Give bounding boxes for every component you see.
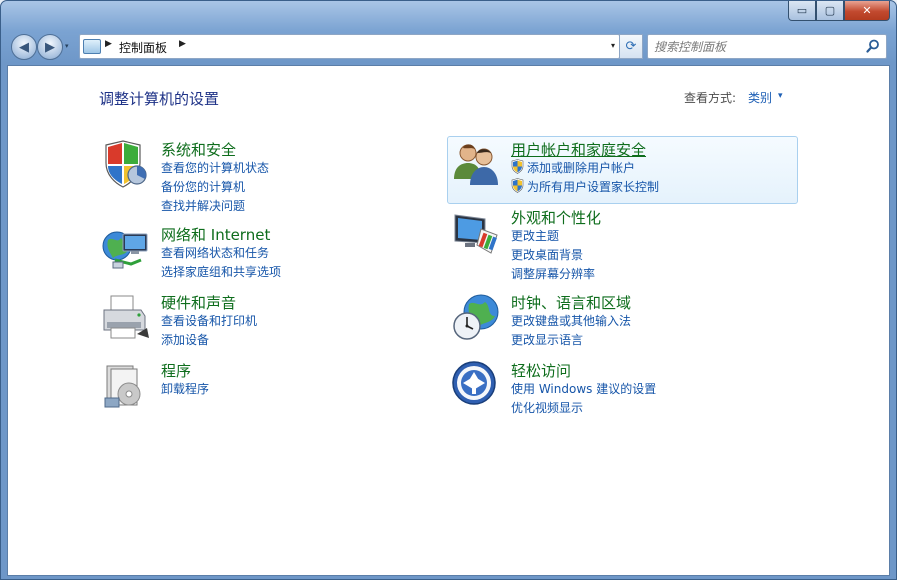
refresh-icon: ⟳ bbox=[625, 39, 637, 54]
search-input[interactable] bbox=[652, 37, 861, 56]
link-change-keyboard-input[interactable]: 更改键盘或其他输入法 bbox=[511, 312, 631, 329]
category-title[interactable]: 网络和 Internet bbox=[161, 224, 270, 245]
category-title[interactable]: 硬件和声音 bbox=[161, 292, 236, 313]
view-by-label: 查看方式: bbox=[684, 91, 737, 105]
back-button[interactable]: ◀ bbox=[11, 34, 37, 60]
link-uninstall-program[interactable]: 卸载程序 bbox=[161, 380, 209, 397]
breadcrumb-control-panel[interactable]: 控制面板 bbox=[119, 39, 167, 56]
link-add-remove-accounts[interactable]: 添加或删除用户帐户 bbox=[527, 159, 635, 176]
search-box[interactable] bbox=[647, 34, 887, 59]
link-parental-controls[interactable]: 为所有用户设置家长控制 bbox=[527, 178, 659, 195]
view-by-chevron-down-icon[interactable]: ▾ bbox=[778, 91, 783, 101]
link-network-status[interactable]: 查看网络状态和任务 bbox=[161, 244, 269, 261]
breadcrumb-separator-icon[interactable]: ▶ bbox=[179, 39, 186, 49]
maximize-button[interactable]: ▢ bbox=[816, 1, 844, 21]
back-arrow-icon: ◀ bbox=[19, 39, 29, 55]
link-change-display-language[interactable]: 更改显示语言 bbox=[511, 331, 583, 348]
category-title[interactable]: 用户帐户和家庭安全 bbox=[511, 139, 646, 160]
programs-icon bbox=[104, 365, 141, 408]
ease-of-access-icon bbox=[452, 361, 496, 405]
link-homegroup-sharing[interactable]: 选择家庭组和共享选项 bbox=[161, 263, 281, 280]
control-panel-window: ▭ ▢ ✕ ◀ ▶ ▾ ▶ 控制面板 ▶ ▾ ⟳ 调整计算机的设置 查看方式: … bbox=[0, 0, 897, 580]
address-bar[interactable]: ▶ 控制面板 ▶ ▾ bbox=[79, 34, 620, 59]
forward-arrow-icon: ▶ bbox=[45, 39, 55, 55]
navigation-toolbar: ◀ ▶ ▾ ▶ 控制面板 ▶ ▾ ⟳ bbox=[7, 33, 890, 61]
printer-icon bbox=[103, 295, 149, 339]
monitor-palette-icon bbox=[454, 214, 498, 254]
link-devices-printers[interactable]: 查看设备和打印机 bbox=[161, 312, 257, 329]
link-screen-resolution[interactable]: 调整屏幕分辨率 bbox=[511, 265, 595, 282]
category-title[interactable]: 系统和安全 bbox=[161, 139, 236, 160]
control-panel-icon bbox=[83, 39, 101, 54]
content-pane: 调整计算机的设置 查看方式: 类别 ▾ 系统和安全 查看您的计算机状态 备份您的… bbox=[7, 65, 890, 576]
uac-shield-icon bbox=[511, 178, 524, 193]
network-globe-icon bbox=[102, 231, 148, 269]
link-backup-computer[interactable]: 备份您的计算机 bbox=[161, 178, 245, 195]
refresh-button[interactable]: ⟳ bbox=[619, 34, 643, 59]
link-change-desktop-background[interactable]: 更改桌面背景 bbox=[511, 246, 583, 263]
category-title[interactable]: 外观和个性化 bbox=[511, 207, 601, 228]
minimize-button[interactable]: ▭ bbox=[788, 1, 816, 21]
shield-icon bbox=[105, 140, 147, 188]
link-optimize-visual-display[interactable]: 优化视频显示 bbox=[511, 399, 583, 416]
category-title[interactable]: 时钟、语言和区域 bbox=[511, 292, 631, 313]
link-change-theme[interactable]: 更改主题 bbox=[511, 227, 559, 244]
uac-shield-icon bbox=[511, 159, 524, 174]
category-title[interactable]: 程序 bbox=[161, 360, 191, 381]
recent-pages-dropdown[interactable]: ▾ bbox=[65, 42, 69, 50]
caption-buttons: ▭ ▢ ✕ bbox=[788, 1, 890, 21]
category-title[interactable]: 轻松访问 bbox=[511, 360, 571, 381]
users-icon bbox=[454, 144, 498, 185]
link-add-device[interactable]: 添加设备 bbox=[161, 331, 209, 348]
address-dropdown-icon[interactable]: ▾ bbox=[611, 41, 615, 50]
link-recommended-settings[interactable]: 使用 Windows 建议的设置 bbox=[511, 380, 656, 397]
clock-globe-icon bbox=[453, 294, 499, 340]
view-by-dropdown[interactable]: 类别 bbox=[748, 89, 772, 106]
page-title: 调整计算机的设置 bbox=[99, 90, 220, 108]
breadcrumb-separator-icon[interactable]: ▶ bbox=[105, 39, 112, 49]
link-check-computer-status[interactable]: 查看您的计算机状态 bbox=[161, 159, 269, 176]
link-troubleshoot[interactable]: 查找并解决问题 bbox=[161, 197, 245, 214]
forward-button[interactable]: ▶ bbox=[37, 34, 63, 60]
search-icon[interactable] bbox=[866, 39, 880, 53]
close-button[interactable]: ✕ bbox=[844, 1, 890, 21]
